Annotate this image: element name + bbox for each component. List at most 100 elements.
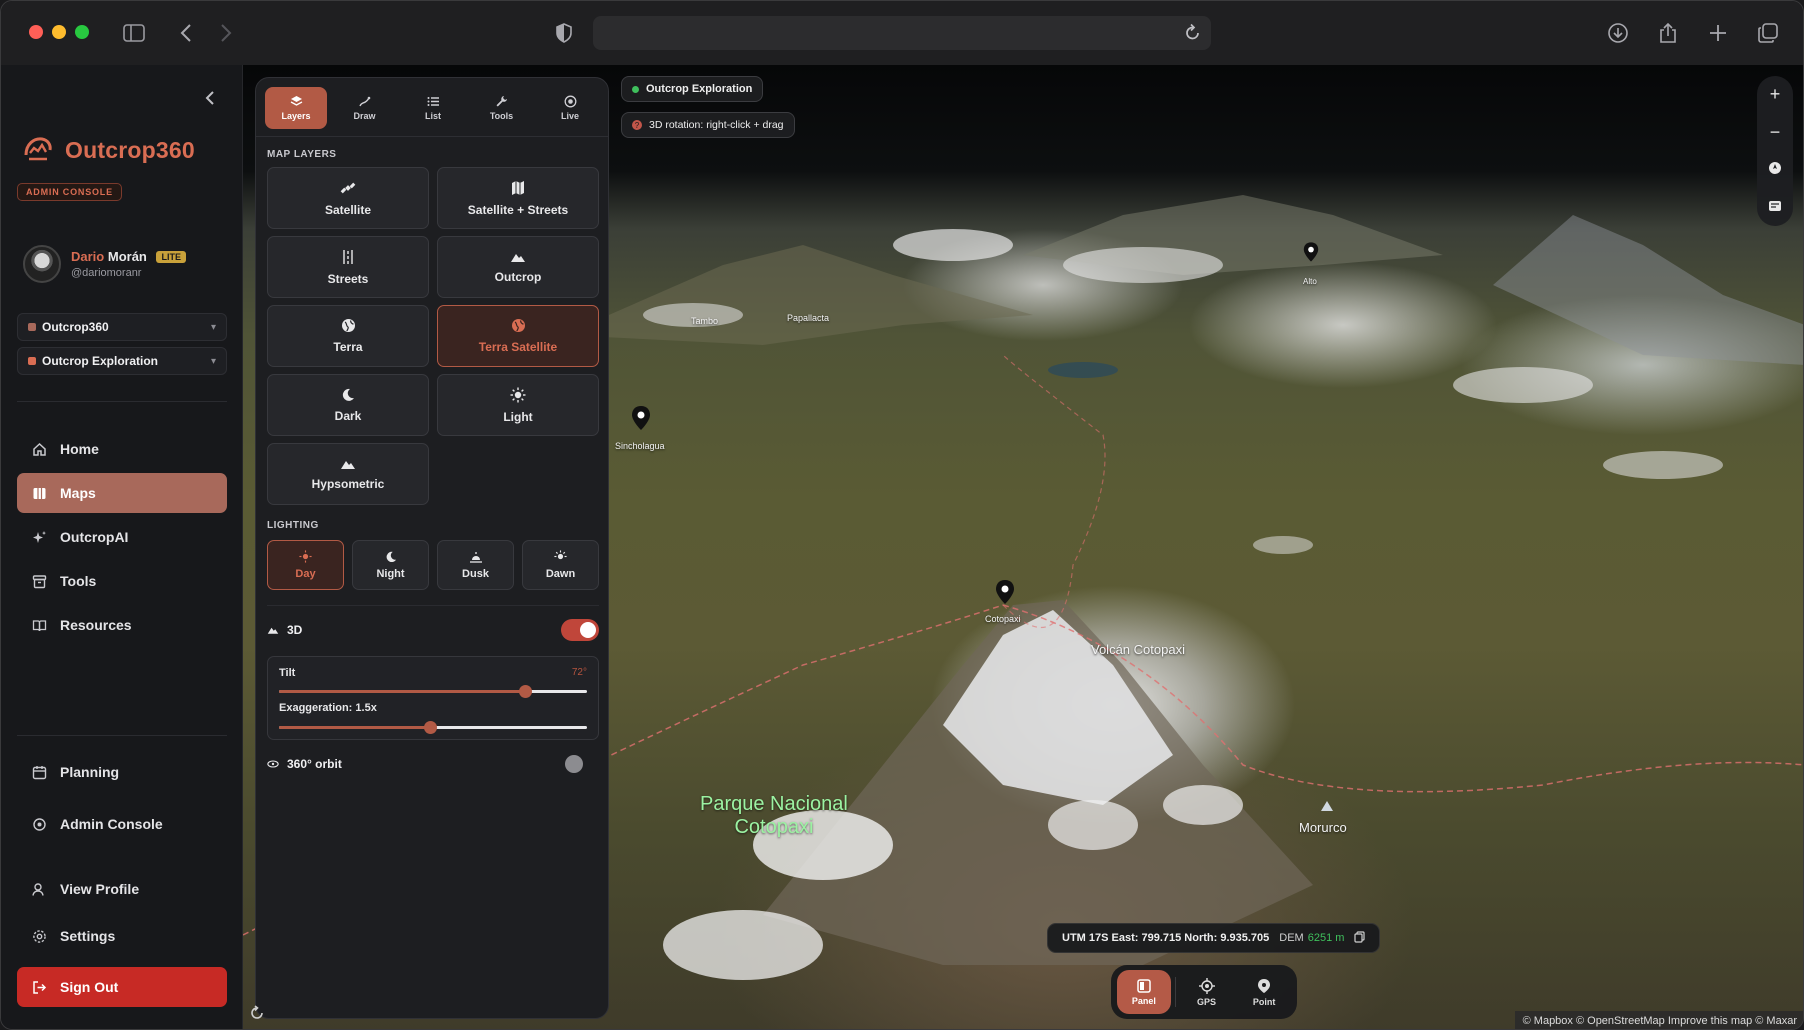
address-bar[interactable] (593, 16, 1211, 50)
layer-terra-satellite-button[interactable]: Terra Satellite (437, 305, 599, 367)
tab-list-label: List (424, 111, 441, 121)
tab-live-label: Live (560, 111, 579, 121)
legend-icon[interactable] (1768, 197, 1782, 218)
layer-outcrop-button[interactable]: Outcrop (437, 236, 599, 298)
layer-satellite-button[interactable]: Satellite (267, 167, 429, 229)
layer-terra-button[interactable]: Terra (267, 305, 429, 367)
brand[interactable]: Outcrop360 (21, 133, 195, 167)
user-icon (31, 881, 47, 897)
archive-icon (31, 573, 47, 589)
point-button[interactable]: Point (1237, 970, 1291, 1014)
tilt-slider-handle[interactable] (519, 685, 533, 698)
layer-light-button[interactable]: Light (437, 374, 599, 436)
tilt-value: 72° (571, 667, 587, 678)
alto-pin-icon[interactable] (1303, 241, 1319, 263)
share-icon[interactable] (1653, 19, 1683, 47)
layer-light-label: Light (503, 409, 533, 424)
3d-toggle[interactable] (561, 619, 599, 641)
maximize-window-button[interactable] (75, 25, 89, 39)
panel-button-label: Panel (1131, 995, 1156, 1006)
tilt-slider-fill (279, 690, 526, 693)
project-pill[interactable]: Outcrop Exploration (621, 76, 764, 102)
live-icon (564, 95, 576, 108)
sparkle-icon (31, 529, 47, 545)
sidebar-toggle-icon[interactable] (119, 19, 149, 47)
privacy-shield-icon[interactable] (549, 19, 579, 47)
tab-tools[interactable]: Tools (471, 87, 533, 129)
layer-dark-label: Dark (334, 408, 362, 423)
layer-dark-button[interactable]: Dark (267, 374, 429, 436)
exaggeration-slider[interactable] (279, 721, 587, 734)
lighting-dawn-button[interactable]: Dawn (522, 540, 599, 590)
tab-overview-icon[interactable] (1753, 19, 1783, 47)
satellite-icon (340, 182, 356, 193)
orbit-toggle[interactable] (565, 755, 583, 773)
download-icon[interactable] (1603, 19, 1633, 47)
zoom-in-button[interactable]: + (1770, 84, 1781, 105)
project-select[interactable]: Outcrop Exploration ▾ (17, 347, 227, 375)
nav-resources[interactable]: Resources (17, 605, 227, 645)
nav-home[interactable]: Home (17, 429, 227, 469)
window-controls (29, 25, 89, 39)
exaggeration-slider-handle[interactable] (423, 721, 437, 734)
reload-icon[interactable] (1185, 23, 1201, 46)
morurco-label: Morurco (1299, 820, 1347, 835)
layer-satellite-streets-label: Satellite + Streets (467, 202, 569, 217)
nav-outcropai[interactable]: OutcropAI (17, 517, 227, 557)
lighting-night-button[interactable]: Night (352, 540, 429, 590)
tab-layers[interactable]: Layers (265, 87, 327, 129)
bottom-bar-divider (1174, 977, 1176, 1007)
chevron-down-icon: ▾ (210, 355, 216, 367)
layers-panel: Layers Draw List Tools Live MAP LAYERS S… (255, 77, 609, 1019)
nav-view-profile[interactable]: View Profile (17, 869, 227, 909)
layer-hypsometric-button[interactable]: Hypsometric (267, 443, 429, 505)
tab-draw[interactable]: Draw (334, 87, 396, 129)
back-icon[interactable] (171, 19, 201, 47)
refresh-indicator-icon[interactable] (249, 1005, 265, 1026)
cotopaxi-pin-icon[interactable] (995, 579, 1015, 605)
new-tab-icon[interactable] (1703, 19, 1733, 47)
collapse-sidebar-icon[interactable] (205, 91, 215, 108)
minimize-window-button[interactable] (52, 25, 66, 39)
tilt-slider[interactable] (279, 685, 587, 698)
copy-icon[interactable] (1354, 930, 1366, 946)
layer-hypsometric-label: Hypsometric (311, 476, 385, 491)
user-last-name: Morán (107, 249, 147, 264)
organization-select[interactable]: Outcrop360 ▾ (17, 313, 227, 341)
tab-list[interactable]: List (402, 87, 464, 129)
mountain-icon (341, 460, 355, 469)
layer-streets-button[interactable]: Streets (267, 236, 429, 298)
nav-maps[interactable]: Maps (17, 473, 227, 513)
sidebar-divider (17, 401, 227, 402)
tab-live[interactable]: Live (539, 87, 601, 129)
forward-icon[interactable] (211, 19, 241, 47)
gps-button[interactable]: GPS (1180, 970, 1234, 1014)
lighting-day-button[interactable]: Day (267, 540, 344, 590)
nav-admin-console[interactable]: Admin Console (17, 804, 227, 844)
panel-tabs: Layers Draw List Tools Live (265, 87, 601, 129)
nav-view-profile-label: View Profile (60, 881, 140, 897)
zoom-out-button[interactable]: − (1770, 122, 1781, 143)
map-attribution[interactable]: © Mapbox © OpenStreetMap Improve this ma… (1514, 1011, 1803, 1029)
globe-icon (341, 319, 355, 332)
lighting-dusk-button[interactable]: Dusk (437, 540, 514, 590)
coordinate-readout: UTM 17S East: 799.715 North: 9.935.705 D… (1047, 923, 1381, 953)
nav-tools[interactable]: Tools (17, 561, 227, 601)
wrench-icon (496, 96, 507, 107)
user-card[interactable]: Dario Morán LITE @dariomoranr (23, 245, 186, 283)
close-window-button[interactable] (29, 25, 43, 39)
layer-terra-satellite-label: Terra Satellite (478, 340, 558, 354)
nav-settings[interactable]: Settings (17, 916, 227, 956)
sincholagua-pin-icon[interactable] (631, 405, 651, 431)
admin-console-badge: ADMIN CONSOLE (17, 183, 122, 201)
rotation-hint-label: 3D rotation: right-click + drag (649, 119, 784, 131)
exaggeration-slider-fill (279, 726, 430, 729)
compass-icon[interactable] (1768, 159, 1782, 180)
utm-coordinates: UTM 17S East: 799.715 North: 9.935.705 (1062, 932, 1270, 944)
panel-button[interactable]: Panel (1117, 970, 1171, 1014)
organization-select-value: Outcrop360 (42, 320, 109, 334)
layer-satellite-streets-button[interactable]: Satellite + Streets (437, 167, 599, 229)
nav-planning[interactable]: Planning (17, 752, 227, 792)
moon-icon (342, 388, 354, 401)
sign-out-button[interactable]: Sign Out (17, 967, 227, 1007)
